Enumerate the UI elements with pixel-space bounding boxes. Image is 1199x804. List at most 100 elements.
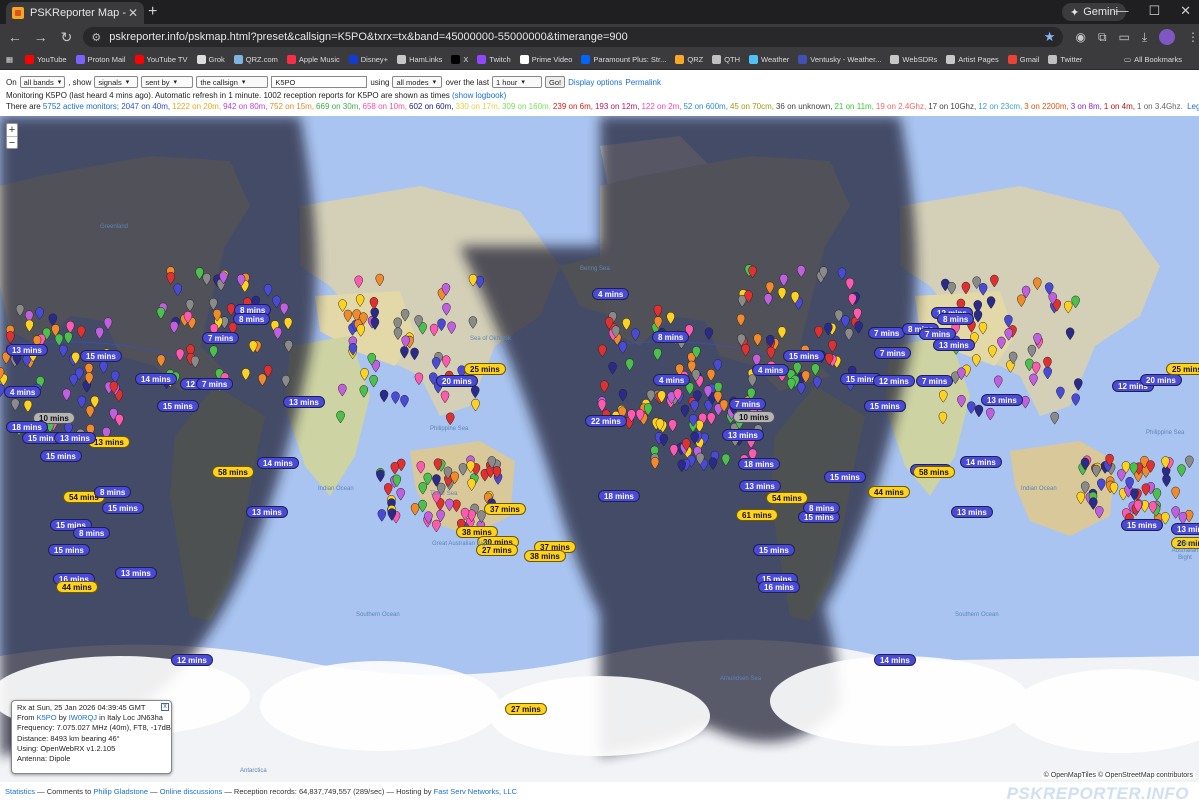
bookmark-item[interactable]: X [451,55,468,64]
bookmark-item[interactable]: Grok [196,55,225,64]
time-label[interactable]: 25 mins [464,363,506,375]
zoom-in-button[interactable]: + [7,124,17,136]
mode-select[interactable]: all modes [392,76,443,88]
close-window-icon[interactable]: ✕ [1180,3,1191,19]
time-label[interactable]: 8 mins [803,502,841,514]
maximize-icon[interactable]: ☐ [1148,3,1160,19]
fast-serv-link[interactable]: Fast Serv Networks, LLC [434,787,517,796]
time-label[interactable]: 4 mins [752,364,790,376]
time-label[interactable]: 13 mins [6,344,48,356]
band-select[interactable]: all bands [19,76,66,88]
time-label[interactable]: 44 mins [868,486,910,498]
legend-link[interactable]: Legend [1187,102,1199,111]
time-label[interactable]: 61 mins [736,509,778,521]
download-icon[interactable]: ⤓ [1142,30,1147,45]
signals-select[interactable]: signals [94,76,139,88]
time-label[interactable]: 16 mins [758,581,800,593]
bookmark-item[interactable]: Twitter [1048,55,1082,64]
time-label[interactable]: 7 mins [202,332,240,344]
time-label[interactable]: 27 mins [505,703,547,715]
time-label[interactable]: 10 mins [733,411,775,423]
target-select[interactable]: the callsign [196,76,269,88]
password-manager-icon[interactable]: ◉ [1075,30,1085,44]
side-panel-icon[interactable]: ▭ [1119,30,1130,44]
bookmark-star-icon[interactable]: ★ [1044,29,1056,45]
bookmark-item[interactable]: Paramount Plus: Str... [581,55,666,64]
time-label[interactable]: 12 mins [171,654,213,666]
bookmark-item[interactable]: Prime Video [519,55,572,64]
time-label[interactable]: 13 mins [981,394,1023,406]
world-map[interactable]: 4 mins 8 mins 8 mins 7 mins 13 mins 15 mins 14… [0,116,1199,782]
time-label[interactable]: 15 mins [102,502,144,514]
time-label[interactable]: 22 mins [585,415,627,427]
apps-grid-icon[interactable]: ▦ [6,55,13,64]
bookmark-item[interactable]: QRZ.com [233,55,278,64]
time-label[interactable]: 8 mins [233,313,271,325]
time-label[interactable]: 37 mins [484,503,526,515]
time-label[interactable]: 58 mins [212,466,254,478]
direction-select[interactable]: sent by [141,76,194,88]
map-attribution[interactable]: © OpenMapTiles © OpenStreetMap contribut… [1041,772,1195,779]
all-bookmarks[interactable]: ▭ All Bookmarks [1124,55,1182,64]
philip-gladstone-link[interactable]: Philip Gladstone [93,787,148,796]
minimize-icon[interactable]: — [1115,3,1128,19]
bookmark-item[interactable]: Gmail [1007,55,1039,64]
time-label[interactable]: 7 mins [874,347,912,359]
bookmark-item[interactable]: WebSDRs [890,55,937,64]
time-label[interactable]: 13 mins [54,432,96,444]
map-canvas[interactable] [0,116,1199,782]
bookmark-item[interactable]: Ventusky - Weather... [798,55,881,64]
reload-icon[interactable]: ↻ [56,29,78,46]
time-label[interactable]: 13 mins [1171,523,1199,535]
bookmark-item[interactable]: QRZ [675,55,703,64]
active-monitors-link[interactable]: 5752 active monitors; [43,102,119,111]
go-button[interactable]: Go! [545,76,566,88]
display-options-link[interactable]: Display options [568,78,622,87]
time-label[interactable]: 15 mins [1121,519,1163,531]
time-label[interactable]: 13 mins [739,480,781,492]
time-label[interactable]: 13 mins [115,567,157,579]
time-label[interactable]: 13 mins [246,506,288,518]
zoom-out-button[interactable]: − [7,136,17,149]
forward-icon[interactable]: → [30,29,52,45]
time-label[interactable]: 8 mins [73,527,111,539]
time-label[interactable]: 18 mins [598,490,640,502]
timerange-select[interactable]: 1 hour [492,76,543,88]
close-tab-icon[interactable]: ✕ [128,6,138,20]
time-label[interactable]: 13 mins [722,429,764,441]
time-label[interactable]: 20 mins [436,375,478,387]
time-label[interactable]: 15 mins [48,544,90,556]
online-discussions-link[interactable]: Online discussions [160,787,223,796]
time-label[interactable]: 4 mins [653,374,691,386]
time-label[interactable]: 7 mins [916,375,954,387]
time-label[interactable]: 15 mins [783,350,825,362]
time-label[interactable]: 4 mins [4,386,42,398]
time-label[interactable]: 54 mins [766,492,808,504]
time-label[interactable]: 4 mins [592,288,630,300]
browser-tab-active[interactable]: PSKReporter Map - K5PO ✕ [6,2,144,24]
time-label[interactable]: 15 mins [157,400,199,412]
time-label[interactable]: 12 mins [873,375,915,387]
time-label[interactable]: 15 mins [40,450,82,462]
bookmark-item[interactable]: Disney+ [348,55,388,64]
bookmark-item[interactable]: HamLinks [397,55,442,64]
time-label[interactable]: 14 mins [257,457,299,469]
close-popup-icon[interactable]: x [161,703,169,711]
time-label[interactable]: 14 mins [960,456,1002,468]
back-icon[interactable]: ← [4,29,26,45]
time-label[interactable]: 58 mins [913,466,955,478]
bookmark-item[interactable]: YouTube TV [134,55,188,64]
time-label[interactable]: 8 mins [937,313,975,325]
new-tab-button[interactable]: + [148,3,157,21]
time-label[interactable]: 13 mins [283,396,325,408]
time-label[interactable]: 25 mins [1166,363,1199,375]
time-label[interactable]: 14 mins [135,373,177,385]
time-label[interactable]: 15 mins [824,471,866,483]
time-label[interactable]: 13 mins [951,506,993,518]
time-label[interactable]: 7 mins [729,398,767,410]
permalink-link[interactable]: Permalink [625,78,661,87]
popup-from-callsign[interactable]: K5PO [37,713,57,722]
extensions-icon[interactable]: ⧉ [1098,30,1107,45]
time-label[interactable]: 7 mins [196,378,234,390]
time-label[interactable]: 38 mins [524,550,566,562]
